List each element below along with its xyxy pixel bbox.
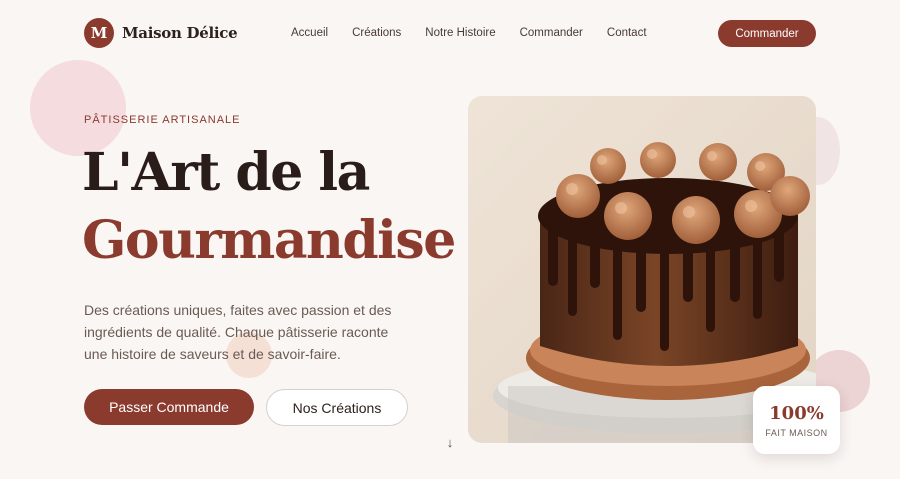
handmade-badge: 100% FAIT MAISON xyxy=(753,386,840,454)
logo-mark: M xyxy=(84,18,114,48)
badge-label: FAIT MAISON xyxy=(765,427,828,438)
nav-link-creations[interactable]: Créations xyxy=(352,27,401,39)
badge-value: 100% xyxy=(769,402,824,424)
site-header: M Maison Délice Accueil Créations Notre … xyxy=(84,18,816,48)
arrow-down-icon[interactable]: ↓ xyxy=(443,436,457,450)
nav-link-notre-histoire[interactable]: Notre Histoire xyxy=(425,27,495,39)
nav-link-commander[interactable]: Commander xyxy=(520,27,583,39)
hero-headline-line2: Gourmandise xyxy=(82,210,456,271)
nav-link-contact[interactable]: Contact xyxy=(607,27,647,39)
hero-eyebrow: PÂTISSERIE ARTISANALE xyxy=(84,114,241,126)
header-order-button[interactable]: Commander xyxy=(718,20,816,47)
our-creations-button[interactable]: Nos Créations xyxy=(266,389,408,426)
main-nav: Accueil Créations Notre Histoire Command… xyxy=(291,18,647,48)
hero-headline-line1: L'Art de la xyxy=(82,142,370,203)
brand-name: Maison Délice xyxy=(122,24,238,42)
nav-link-accueil[interactable]: Accueil xyxy=(291,27,328,39)
order-now-button[interactable]: Passer Commande xyxy=(84,389,254,425)
hero-description: Des créations uniques, faites avec passi… xyxy=(84,302,392,362)
brand-logo[interactable]: M Maison Délice xyxy=(84,18,238,48)
